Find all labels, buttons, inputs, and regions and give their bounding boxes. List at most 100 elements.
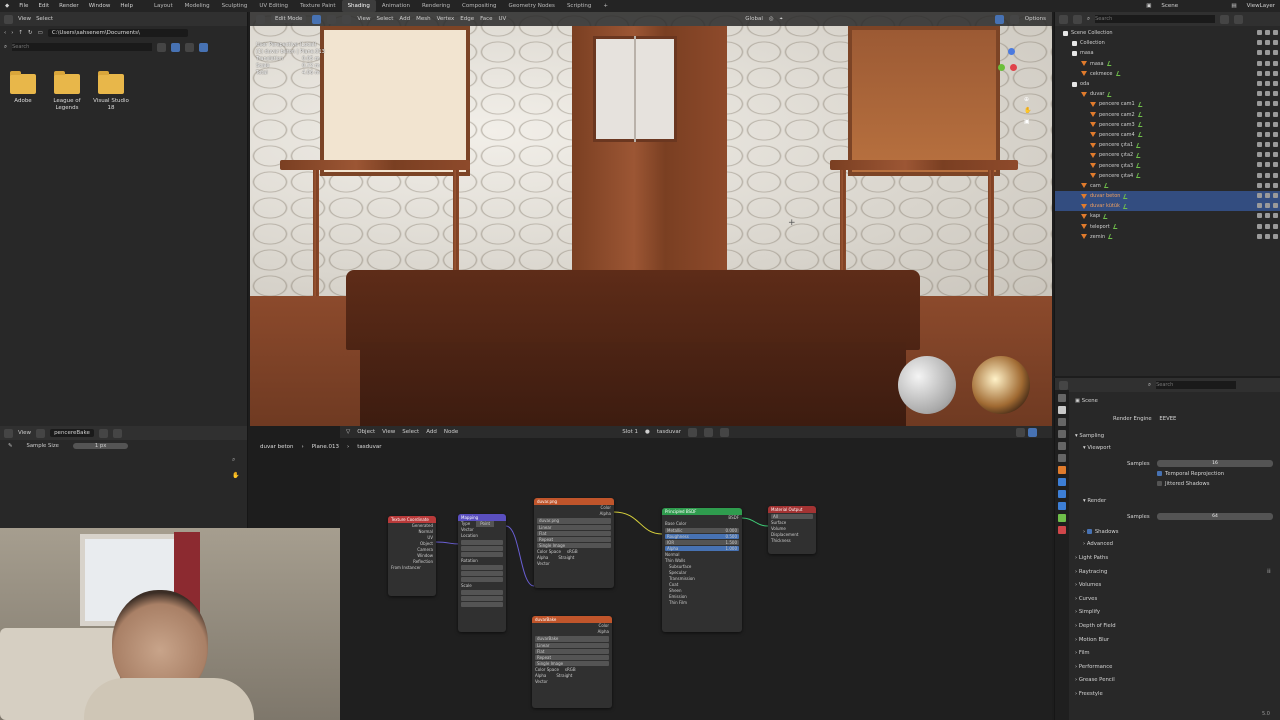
view-layer-tab-icon[interactable]	[1058, 430, 1066, 438]
visibility-eye-icon[interactable]	[1265, 162, 1270, 168]
outliner-row[interactable]: Collection	[1055, 38, 1280, 48]
sample-tool-icon[interactable]: ✎	[8, 443, 12, 449]
outliner-row[interactable]: cam	[1055, 181, 1280, 191]
panel-thin-film[interactable]: Thin Film	[662, 600, 742, 606]
panel-raytracing[interactable]: › Raytracing	[1075, 569, 1107, 575]
folder-league-of-legends[interactable]: League of Legends	[47, 71, 87, 111]
menu-help[interactable]: Help	[115, 0, 138, 12]
viewport-options[interactable]: Options	[1025, 16, 1046, 22]
visibility-eye-icon[interactable]	[1265, 182, 1270, 188]
outliner-row[interactable]: oda	[1055, 79, 1280, 89]
image-new-icon[interactable]	[98, 428, 108, 438]
render-tab-icon[interactable]	[1058, 406, 1066, 414]
rotation-x-field[interactable]	[461, 565, 503, 570]
navigation-gizmo[interactable]	[998, 48, 1026, 88]
display-thumbnail-icon[interactable]	[157, 42, 167, 52]
node-material-output[interactable]: Material Output All Surface Volume Displ…	[768, 506, 816, 554]
add-workspace-icon[interactable]: +	[597, 0, 614, 12]
workspace-tab-sculpting[interactable]: Sculpting	[216, 0, 254, 12]
visibility-eye-icon[interactable]	[1265, 80, 1270, 86]
vertex-select-icon[interactable]	[312, 14, 322, 24]
camera-view-icon[interactable]: ▣	[1024, 118, 1034, 125]
particles-tab-icon[interactable]	[1058, 490, 1066, 498]
outliner-row[interactable]: duvar kütük	[1055, 201, 1280, 212]
refresh-icon[interactable]: ↻	[28, 30, 33, 36]
projection-select[interactable]: Flat	[535, 649, 609, 654]
workspace-tab-animation[interactable]: Animation	[376, 0, 416, 12]
panel-depth-of-field[interactable]: › Depth of Field	[1075, 623, 1116, 629]
scene-selector[interactable]: Scene	[1156, 0, 1226, 12]
back-icon[interactable]: ‹	[4, 30, 6, 36]
exclude-checkbox-icon[interactable]	[1257, 50, 1262, 56]
interpolation-select[interactable]: Linear	[537, 525, 611, 530]
render-camera-icon[interactable]	[1273, 30, 1278, 35]
panel-volumes[interactable]: › Volumes	[1075, 582, 1101, 588]
panel-freestyle[interactable]: › Freestyle	[1075, 691, 1103, 697]
blender-logo-icon[interactable]: ◆	[0, 0, 14, 12]
outliner-row[interactable]: pencere çıta1	[1055, 140, 1280, 150]
roughness-field[interactable]: Roughness 0.500	[665, 534, 739, 539]
exclude-checkbox-icon[interactable]	[1257, 70, 1262, 76]
outliner-row[interactable]: duvar	[1055, 89, 1280, 99]
source-select[interactable]: Single Image	[535, 661, 609, 666]
visibility-eye-icon[interactable]	[1265, 233, 1270, 239]
outliner-row[interactable]: zemin	[1055, 232, 1280, 242]
editor-type-icon[interactable]	[256, 14, 265, 24]
outliner-row[interactable]: cekmece	[1055, 69, 1280, 79]
file-browser-select-menu[interactable]: Select	[36, 16, 53, 22]
menu-file[interactable]: File	[14, 0, 33, 12]
render-camera-icon[interactable]	[1273, 203, 1278, 209]
outliner-row[interactable]: pencere cam3	[1055, 120, 1280, 130]
scene-tab-icon[interactable]	[1058, 442, 1066, 450]
outliner-row[interactable]: Scene Collection	[1055, 28, 1280, 38]
panel-grease-pencil[interactable]: › Grease Pencil	[1075, 677, 1115, 683]
visibility-eye-icon[interactable]	[1265, 152, 1270, 158]
viewport-menu-vertex[interactable]: Vertex	[437, 16, 455, 22]
render-camera-icon[interactable]	[1273, 152, 1278, 158]
panel-simplify[interactable]: › Simplify	[1075, 609, 1100, 615]
edge-select-icon[interactable]	[327, 14, 337, 24]
view-layer-selector[interactable]: ViewLayer	[1242, 0, 1280, 12]
node-texture-coordinate[interactable]: Texture Coordinate Generated Normal UV O…	[388, 516, 436, 596]
image-selector[interactable]: duvar.png	[537, 518, 611, 524]
panel-advanced[interactable]: › Advanced	[1083, 541, 1113, 547]
outliner-row[interactable]: pencere cam4	[1055, 130, 1280, 140]
node-image-texture-duvarbake[interactable]: duvarBake Color Alpha duvarBake Linear F…	[532, 616, 612, 708]
editor-type-icon[interactable]	[1059, 14, 1068, 24]
source-select[interactable]: Single Image	[537, 543, 611, 548]
exclude-checkbox-icon[interactable]	[1257, 101, 1262, 107]
workspace-tab-layout[interactable]: Layout	[148, 0, 179, 12]
render-camera-icon[interactable]	[1273, 142, 1278, 148]
visibility-eye-icon[interactable]	[1265, 70, 1270, 76]
new-folder-icon[interactable]: ▭	[38, 30, 43, 36]
workspace-tab-modeling[interactable]: Modeling	[179, 0, 216, 12]
render-camera-icon[interactable]	[1273, 131, 1278, 137]
visibility-eye-icon[interactable]	[1265, 50, 1270, 56]
panel-curves[interactable]: › Curves	[1075, 596, 1097, 602]
render-camera-icon[interactable]	[1273, 101, 1278, 107]
workspace-tab-geometry-nodes[interactable]: Geometry Nodes	[503, 0, 561, 12]
viewport-menu-face[interactable]: Face	[480, 16, 492, 22]
exclude-checkbox-icon[interactable]	[1257, 131, 1262, 137]
render-camera-icon[interactable]	[1273, 213, 1278, 219]
exclude-checkbox-icon[interactable]	[1257, 80, 1262, 86]
editor-type-icon[interactable]	[4, 428, 13, 438]
metallic-field[interactable]: Metallic 0.000	[665, 528, 739, 533]
panel-render[interactable]: ▾ Render	[1083, 498, 1106, 504]
viewport-menu-select[interactable]: Select	[376, 16, 393, 22]
render-engine-row[interactable]: Render Engine EEVEE	[1113, 416, 1176, 422]
node-image-texture-duvar[interactable]: duvar.png Color Alpha duvar.png Linear F…	[534, 498, 614, 588]
display-mode-icon[interactable]	[1073, 14, 1082, 24]
render-camera-icon[interactable]	[1273, 223, 1278, 229]
visibility-eye-icon[interactable]	[1265, 172, 1270, 178]
node-principled-bsdf[interactable]: Principled BSDF BSDF Base Color Metallic…	[662, 508, 742, 632]
render-camera-icon[interactable]	[1273, 40, 1278, 46]
outliner-search-input[interactable]	[1095, 15, 1216, 23]
visibility-eye-icon[interactable]	[1265, 111, 1270, 117]
outliner-row[interactable]: pencere çıta2	[1055, 150, 1280, 160]
visibility-eye-icon[interactable]	[1265, 101, 1270, 107]
render-camera-icon[interactable]	[1273, 91, 1278, 97]
workspace-tab-shading[interactable]: Shading	[341, 0, 376, 12]
visibility-eye-icon[interactable]	[1265, 60, 1270, 66]
physics-tab-icon[interactable]	[1058, 502, 1066, 510]
